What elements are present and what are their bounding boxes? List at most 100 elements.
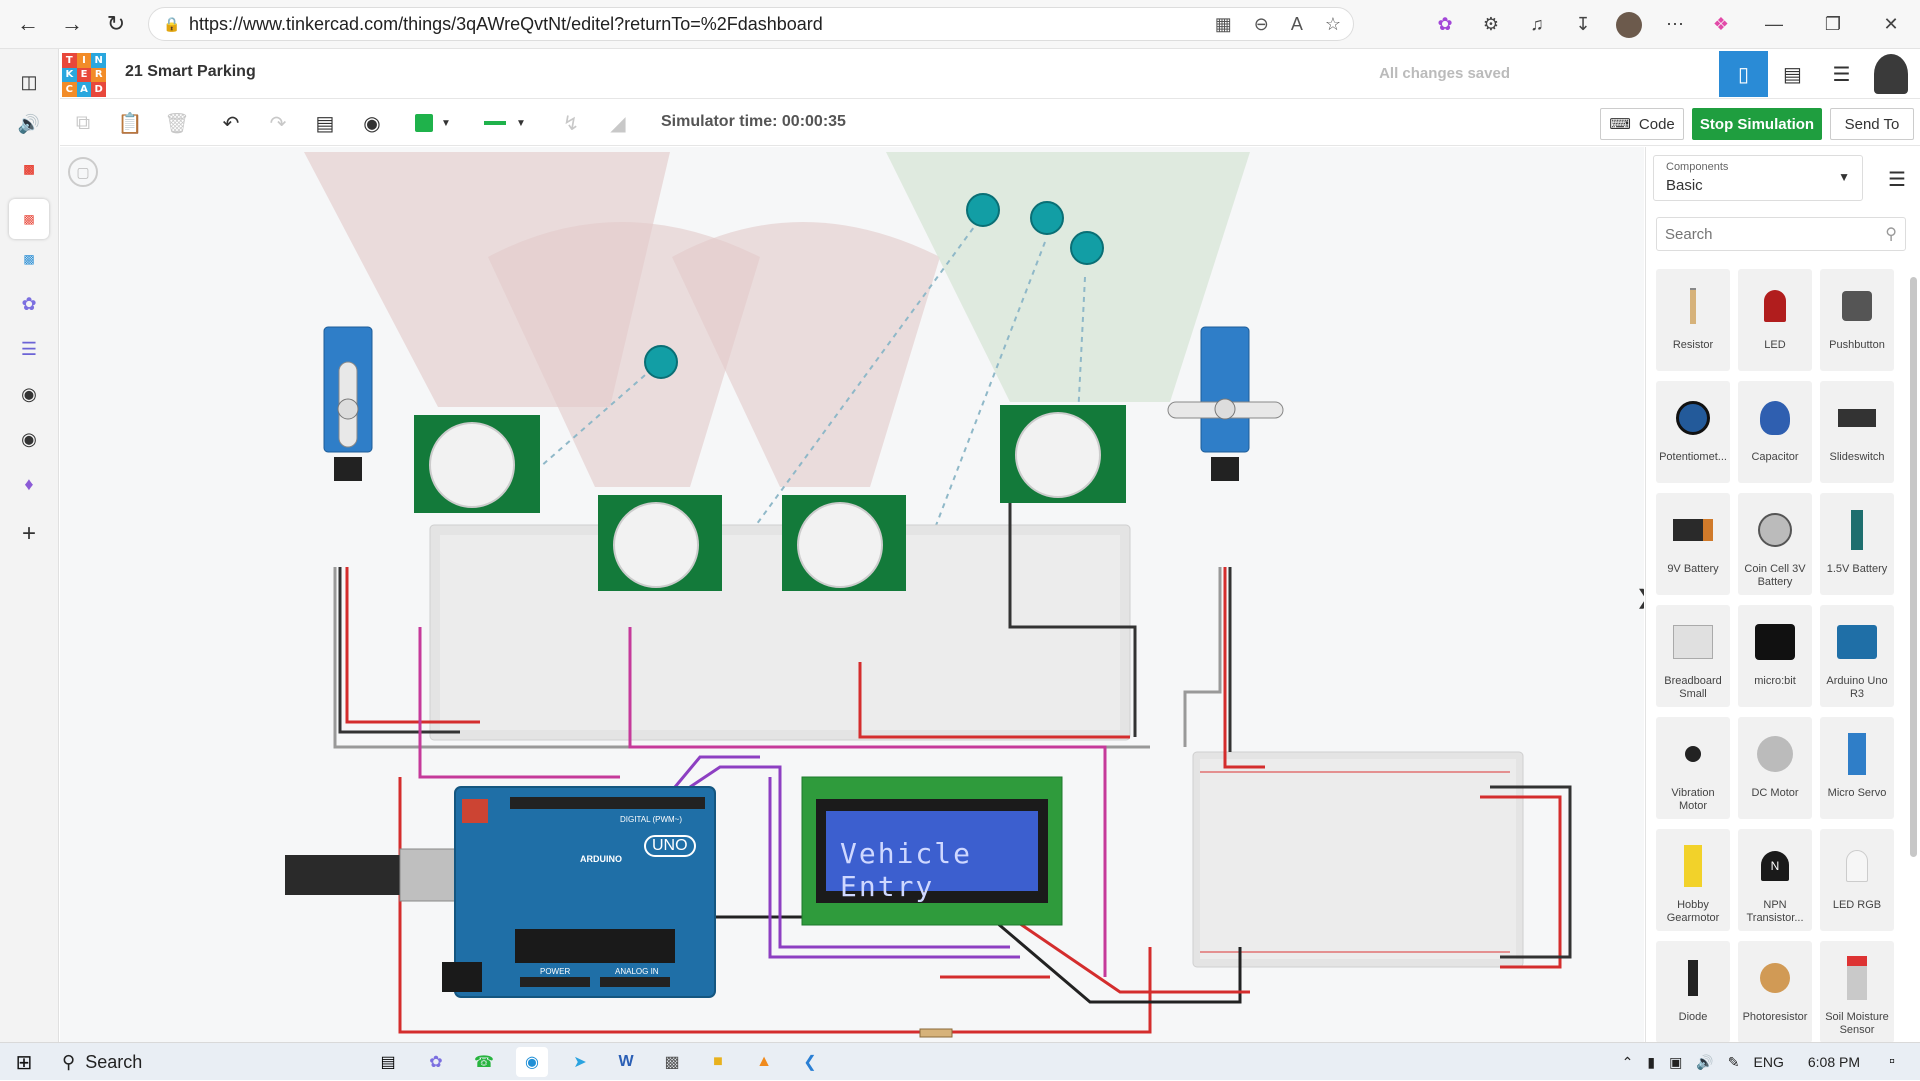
refresh-icon[interactable]: ↻ [94,4,138,44]
search-icon: ⚲ [62,1051,76,1072]
zoom-icon[interactable]: ⊖ [1254,14,1269,35]
wire-type-picker[interactable]: ▼ [478,108,538,138]
component-npn-transistor[interactable]: N NPN Transistor... [1738,829,1812,931]
extensions-icon[interactable]: ⚙ [1468,2,1514,48]
component-resistor[interactable]: Resistor [1656,269,1730,371]
component-hobby-gearmotor[interactable]: Hobby Gearmotor [1656,829,1730,931]
panel-collapse-icon[interactable]: ❯ [1636,585,1644,610]
url-text[interactable]: https://www.tinkercad.com/things/3qAWreQ… [189,14,823,35]
components-dropdown[interactable]: Components Basic ▼ [1653,155,1863,201]
stop-simulation-button[interactable]: Stop Simulation [1692,108,1822,140]
read-aloud-icon[interactable]: A [1291,14,1303,35]
tinkercad-active-tab-icon[interactable]: ▩ [9,199,49,239]
word-icon[interactable]: W [610,1047,642,1077]
volume-icon[interactable]: 🔊 [1696,1054,1713,1071]
note-icon[interactable]: ▤ [310,108,340,138]
telegram-icon[interactable]: ➤ [564,1047,596,1077]
component-led[interactable]: LED [1738,269,1812,371]
minimize-icon[interactable]: — [1744,2,1804,48]
component-pushbutton[interactable]: Pushbutton [1820,269,1894,371]
vlc-icon[interactable]: ▲ [748,1047,780,1077]
schematic-view-button[interactable]: ▤ [1768,51,1817,97]
copy-icon[interactable]: ⧉ [68,108,98,138]
file-explorer-icon[interactable]: ■ [702,1047,734,1077]
component-capacitor[interactable]: Capacitor [1738,381,1812,483]
rotate-icon[interactable]: ↯ [556,108,586,138]
favorite-star-icon[interactable]: ☆ [1325,14,1341,35]
taskbar-search[interactable]: ⚲ Search [48,1043,348,1081]
paste-icon[interactable]: 📋 [115,108,145,138]
project-title[interactable]: 21 Smart Parking [125,63,256,81]
copilot-tab-icon[interactable]: ✿ [14,289,44,319]
component-diode[interactable]: Diode [1656,941,1730,1043]
component-1-5v-battery[interactable]: 1.5V Battery [1820,493,1894,595]
site-info-icon[interactable]: 🔒 [163,16,180,33]
component-arduino-uno[interactable]: Arduino Uno R3 [1820,605,1894,707]
address-bar[interactable]: 🔒 https://www.tinkercad.com/things/3qAWr… [148,7,1354,41]
send-to-button[interactable]: Send To [1830,108,1914,140]
undo-icon[interactable]: ↶ [216,108,246,138]
tinkercad-tab-icon[interactable]: ▩ [14,154,44,184]
copilot-icon[interactable]: ❖ [1698,2,1744,48]
downloads-icon[interactable]: ↧ [1560,2,1606,48]
speaker-icon[interactable]: 🔊 [14,109,44,139]
component-led-rgb[interactable]: LED RGB [1820,829,1894,931]
back-icon[interactable]: ← [6,4,50,44]
flip-icon[interactable]: ◢ [603,108,633,138]
copilot-extension-icon[interactable]: ✿ [1422,2,1468,48]
language-indicator[interactable]: ENG [1754,1054,1784,1070]
store-icon[interactable]: ▩ [656,1047,688,1077]
component-potentiometer[interactable]: Potentiomet... [1656,381,1730,483]
component-coin-cell[interactable]: Coin Cell 3V Battery [1738,493,1812,595]
close-icon[interactable]: ✕ [1862,2,1920,48]
clock[interactable]: 6:08 PM [1808,1054,1860,1070]
component-dc-motor[interactable]: DC Motor [1738,717,1812,819]
start-icon[interactable]: ⊞ [8,1047,40,1077]
whatsapp-icon[interactable]: ☎ [468,1047,500,1077]
component-list-view-button[interactable]: ☰ [1817,51,1866,97]
task-view-icon[interactable]: ▤ [372,1047,404,1077]
circuit-view-button[interactable]: ▯ [1719,51,1768,97]
document-tab-icon[interactable]: ☰ [14,334,44,364]
copilot-app-icon[interactable]: ✿ [420,1047,452,1077]
tinkercad-logo[interactable]: T I N K E R C A D [62,53,106,97]
component-slideswitch[interactable]: Slideswitch [1820,381,1894,483]
circuit-canvas[interactable]: ▢ Vehicle Entry ARDUINO UNO DIGITAL (PWM… [60,147,1644,1042]
component-search[interactable]: ⚲ [1656,217,1906,251]
notifications-icon[interactable]: ▫ [1876,1047,1908,1077]
component-microbit[interactable]: micro:bit [1738,605,1812,707]
chevron-up-icon[interactable]: ⌃ [1622,1054,1634,1071]
code-button[interactable]: ⌨ Code [1600,108,1684,140]
tab-actions-icon[interactable]: ◫ [14,67,44,97]
forward-icon[interactable]: → [50,4,94,44]
redo-icon[interactable]: ↷ [263,108,293,138]
user-avatar[interactable] [1866,51,1915,97]
component-9v-battery[interactable]: 9V Battery [1656,493,1730,595]
pen-icon[interactable]: ✎ [1728,1054,1740,1071]
maximize-icon[interactable]: ❐ [1804,2,1862,48]
tinkercad-tab-icon-2[interactable]: ▩ [14,244,44,274]
profile-avatar[interactable] [1606,2,1652,48]
component-micro-servo[interactable]: Micro Servo [1820,717,1894,819]
new-tab-icon[interactable]: + [14,519,44,549]
component-breadboard-small[interactable]: Breadboard Small [1656,605,1730,707]
github-tab-icon[interactable]: ◉ [14,379,44,409]
panel-scrollbar[interactable] [1910,277,1917,857]
media-icon[interactable]: ♫ [1514,2,1560,48]
github-tab-icon-2[interactable]: ◉ [14,424,44,454]
vscode-icon[interactable]: ❮ [794,1047,826,1077]
more-menu-icon[interactable]: ⋯ [1652,2,1698,48]
delete-icon[interactable]: 🗑 [162,108,192,138]
app-tab-icon[interactable]: ♦ [14,469,44,499]
list-view-icon[interactable]: ☰ [1888,167,1906,192]
visibility-icon[interactable]: ◉ [357,108,387,138]
component-soil-moisture-sensor[interactable]: Soil Moisture Sensor [1820,941,1894,1043]
search-input[interactable] [1657,218,1857,250]
battery-icon[interactable]: ▮ [1647,1054,1655,1071]
component-vibration-motor[interactable]: Vibration Motor [1656,717,1730,819]
edge-icon[interactable]: ◉ [516,1047,548,1077]
network-icon[interactable]: ▣ [1669,1054,1682,1071]
component-photoresistor[interactable]: Photoresistor [1738,941,1812,1043]
app-available-icon[interactable]: ▦ [1215,14,1232,35]
wire-color-picker[interactable]: ▼ [407,108,459,138]
